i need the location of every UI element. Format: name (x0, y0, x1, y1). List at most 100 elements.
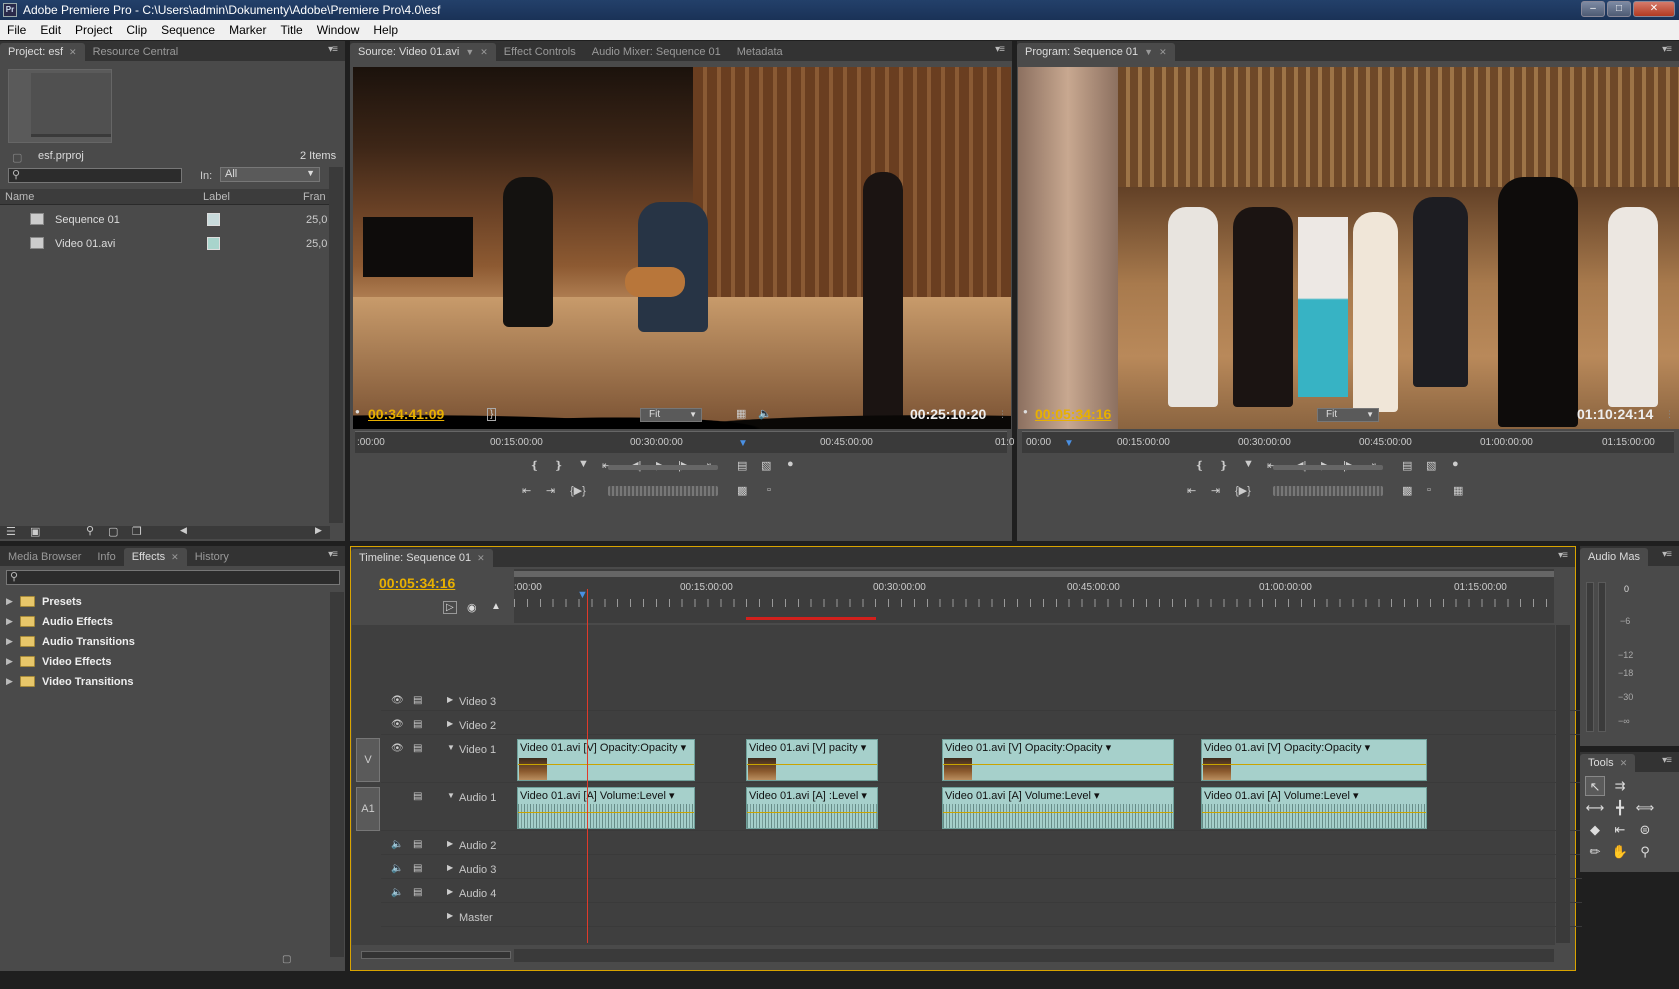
audio-clip[interactable]: Video 01.avi [A] Volume:Level ▾ (517, 787, 695, 829)
tab-resource-central[interactable]: Resource Central (85, 43, 187, 61)
scroll-left-icon[interactable]: ◀ (180, 525, 187, 536)
tab-metadata[interactable]: Metadata (729, 43, 791, 61)
project-scrollbar[interactable] (329, 167, 343, 523)
timeline-playhead-line[interactable] (587, 589, 588, 943)
source-playhead-icon[interactable]: ▼ (738, 438, 748, 449)
audio-clip[interactable]: Video 01.avi [A] :Level ▾ (746, 787, 878, 829)
expand-track-icon[interactable]: ▶ (447, 719, 453, 728)
safe-margins-icon[interactable]: ⇥ (1211, 484, 1220, 497)
video-target-button[interactable]: V (356, 738, 380, 782)
project-item-video[interactable]: Video 01.avi 25,0 (0, 233, 330, 255)
effects-folder-presets[interactable]: ▶ Presets (0, 592, 330, 612)
rolling-edit-tool-icon[interactable]: ╋ (1610, 798, 1630, 818)
volume-rubberband[interactable] (943, 812, 1173, 813)
insert-icon[interactable]: ▤ (737, 459, 747, 472)
program-current-timecode[interactable]: 00:05:34:16 (1035, 406, 1111, 422)
mark-out-icon[interactable]: ❵ (1219, 459, 1228, 472)
panel-menu-icon[interactable]: ▾≡ (1558, 550, 1568, 561)
jog-disk[interactable] (1273, 486, 1383, 496)
sync-lock-icon[interactable]: ▤ (413, 695, 422, 706)
sync-lock-icon[interactable]: ▤ (413, 719, 422, 730)
tab-info[interactable]: Info (89, 548, 123, 566)
effects-scrollbar[interactable] (330, 592, 344, 957)
expand-track-icon[interactable]: ▶ (447, 911, 453, 920)
source-time-ruler[interactable]: :00:00 00:15:00:00 00:30:00:00 00:45:00:… (355, 431, 1014, 453)
lift-icon[interactable]: ▩ (737, 484, 747, 497)
tab-timeline[interactable]: Timeline: Sequence 01 ✕ (351, 549, 493, 567)
column-name[interactable]: Name (5, 191, 34, 203)
export-frame-icon[interactable]: ● (1452, 458, 1459, 470)
project-search-input[interactable]: ⚲ (8, 168, 182, 183)
video-clip[interactable]: Video 01.avi [V] pacity ▾ (746, 739, 878, 781)
volume-rubberband[interactable] (747, 812, 877, 813)
menu-edit[interactable]: Edit (33, 23, 68, 37)
mark-in-icon[interactable]: ❴ (1195, 459, 1204, 472)
opacity-rubberband[interactable] (747, 764, 877, 765)
speaker-icon[interactable]: 🔈 (758, 407, 772, 420)
source-current-timecode[interactable]: 00:34:41:09 (368, 406, 444, 422)
track-select-tool-icon[interactable]: ⇉ (1610, 776, 1630, 796)
selection-tool-icon[interactable]: ↖ (1585, 776, 1605, 796)
maximize-button[interactable]: □ (1607, 1, 1631, 17)
program-zoom-dropdown[interactable]: Fit ▼ (1317, 408, 1379, 422)
timeline-ruler[interactable]: :00:00 00:15:00:00 00:30:00:00 00:45:00:… (514, 569, 1554, 623)
export-frame-icon[interactable]: ● (787, 458, 794, 470)
safe-margins-icon[interactable]: ⇥ (546, 484, 555, 497)
timeline-horizontal-scrollbar[interactable] (514, 949, 1554, 962)
timeline-zoom-slider[interactable] (361, 951, 511, 959)
opacity-rubberband[interactable] (1202, 764, 1426, 765)
set-encore-marker-icon[interactable]: ◉ (467, 601, 477, 614)
toggle-track-output-icon[interactable]: 👁 (391, 743, 404, 754)
effects-folder-audio-effects[interactable]: ▶ Audio Effects (0, 612, 330, 632)
toggle-track-output-icon[interactable]: 👁 (391, 719, 404, 730)
volume-rubberband[interactable] (518, 812, 694, 813)
hand-tool-icon[interactable]: ✋ (1610, 842, 1630, 862)
lift-icon[interactable]: ▤ (1402, 459, 1412, 472)
tab-history[interactable]: History (187, 548, 237, 566)
mark-in-icon[interactable]: ❴ (530, 459, 539, 472)
column-frame-rate[interactable]: Fran (303, 191, 326, 203)
expand-track-icon[interactable]: ▶ (447, 887, 453, 896)
overlay-icon[interactable]: ▧ (761, 459, 771, 472)
play-in-to-out-icon[interactable]: {▶} (1235, 484, 1251, 497)
tab-audio-master[interactable]: Audio Mas (1580, 548, 1648, 566)
razor-tool-icon[interactable]: ◆ (1585, 820, 1605, 840)
expand-track-icon[interactable]: ▶ (447, 839, 453, 848)
zoom-tool-icon[interactable]: ⚲ (1635, 842, 1655, 862)
shuttle-slider[interactable] (608, 465, 718, 470)
mark-out-icon[interactable]: ❵ (554, 459, 563, 472)
collapse-track-icon[interactable]: ▼ (447, 743, 455, 752)
snap-icon[interactable]: ▷ (443, 601, 457, 614)
new-bin-icon[interactable]: ▢ (282, 954, 291, 965)
play-in-to-out-icon[interactable]: {▶} (570, 484, 586, 497)
audio-clip[interactable]: Video 01.avi [A] Volume:Level ▾ (942, 787, 1174, 829)
pen-tool-icon[interactable]: ✏ (1585, 842, 1605, 862)
loop-icon[interactable]: ⇤ (522, 484, 531, 497)
shuttle-slider[interactable] (1273, 465, 1383, 470)
list-view-icon[interactable]: ☰ (6, 525, 16, 538)
toggle-track-output-icon[interactable]: 👁 (391, 695, 404, 706)
audio-target-button[interactable]: A1 (356, 787, 380, 831)
tab-project[interactable]: Project: esf ✕ (0, 43, 85, 61)
menu-marker[interactable]: Marker (222, 23, 273, 37)
panel-menu-icon[interactable]: ▾≡ (1662, 549, 1672, 560)
extract-icon[interactable]: ▧ (1426, 459, 1436, 472)
effects-folder-audio-transitions[interactable]: ▶ Audio Transitions (0, 632, 330, 652)
menu-sequence[interactable]: Sequence (154, 23, 222, 37)
speaker-icon[interactable]: 🔈 (391, 887, 403, 898)
program-playhead-icon[interactable]: ▼ (1064, 438, 1074, 449)
panel-menu-icon[interactable]: ▾≡ (1662, 44, 1672, 55)
slide-tool-icon[interactable]: ⊜ (1635, 820, 1655, 840)
menu-clip[interactable]: Clip (119, 23, 154, 37)
sync-lock-icon[interactable]: ▤ (413, 863, 422, 874)
menu-window[interactable]: Window (310, 23, 367, 37)
trim-icon[interactable]: ▩ (1402, 484, 1412, 497)
rate-stretch-tool-icon[interactable]: ⟺ (1635, 798, 1655, 818)
new-bin-icon[interactable]: ▢ (108, 525, 118, 538)
menu-title[interactable]: Title (273, 23, 309, 37)
jog-disk[interactable] (608, 486, 718, 496)
sync-lock-icon[interactable]: ▤ (413, 839, 422, 850)
extract-icon[interactable]: ▫ (767, 484, 771, 496)
set-marker-icon[interactable]: ▲ (491, 601, 501, 612)
menu-file[interactable]: File (0, 23, 33, 37)
